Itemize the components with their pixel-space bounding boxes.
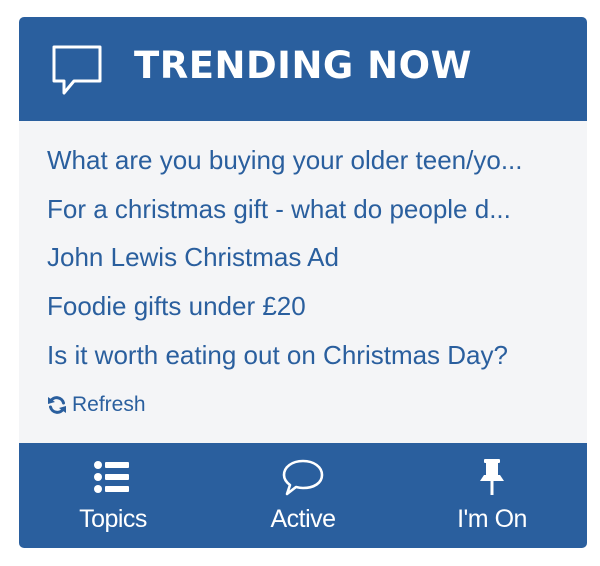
- nav-topics-label: Topics: [79, 505, 147, 533]
- trending-widget: TRENDING NOW What are you buying your ol…: [19, 17, 587, 548]
- nav-im-on[interactable]: I'm On: [422, 443, 562, 548]
- chat-bubble-icon: [52, 45, 102, 95]
- nav-active[interactable]: Active: [233, 443, 373, 548]
- refresh-icon: [48, 396, 66, 414]
- refresh-label: Refresh: [72, 393, 146, 416]
- trending-link[interactable]: For a christmas gift - what do people d.…: [47, 192, 562, 226]
- trending-link[interactable]: John Lewis Christmas Ad: [47, 240, 562, 274]
- list-icon: [94, 461, 129, 493]
- trending-link[interactable]: What are you buying your older teen/yo..…: [47, 143, 562, 177]
- trending-link[interactable]: Foodie gifts under £20: [47, 289, 562, 323]
- refresh-button[interactable]: Refresh: [47, 391, 146, 419]
- widget-header: TRENDING NOW: [19, 17, 587, 121]
- nav-topics[interactable]: Topics: [43, 443, 183, 548]
- speech-bubble-icon: [282, 459, 324, 496]
- pin-icon: [480, 459, 504, 495]
- trending-list: What are you buying your older teen/yo..…: [19, 121, 587, 443]
- widget-title: TRENDING NOW: [134, 44, 472, 87]
- footer-nav: Topics Active I'm On: [19, 443, 587, 548]
- trending-link[interactable]: Is it worth eating out on Christmas Day?: [47, 338, 562, 372]
- nav-active-label: Active: [270, 505, 336, 533]
- nav-im-on-label: I'm On: [457, 505, 527, 533]
